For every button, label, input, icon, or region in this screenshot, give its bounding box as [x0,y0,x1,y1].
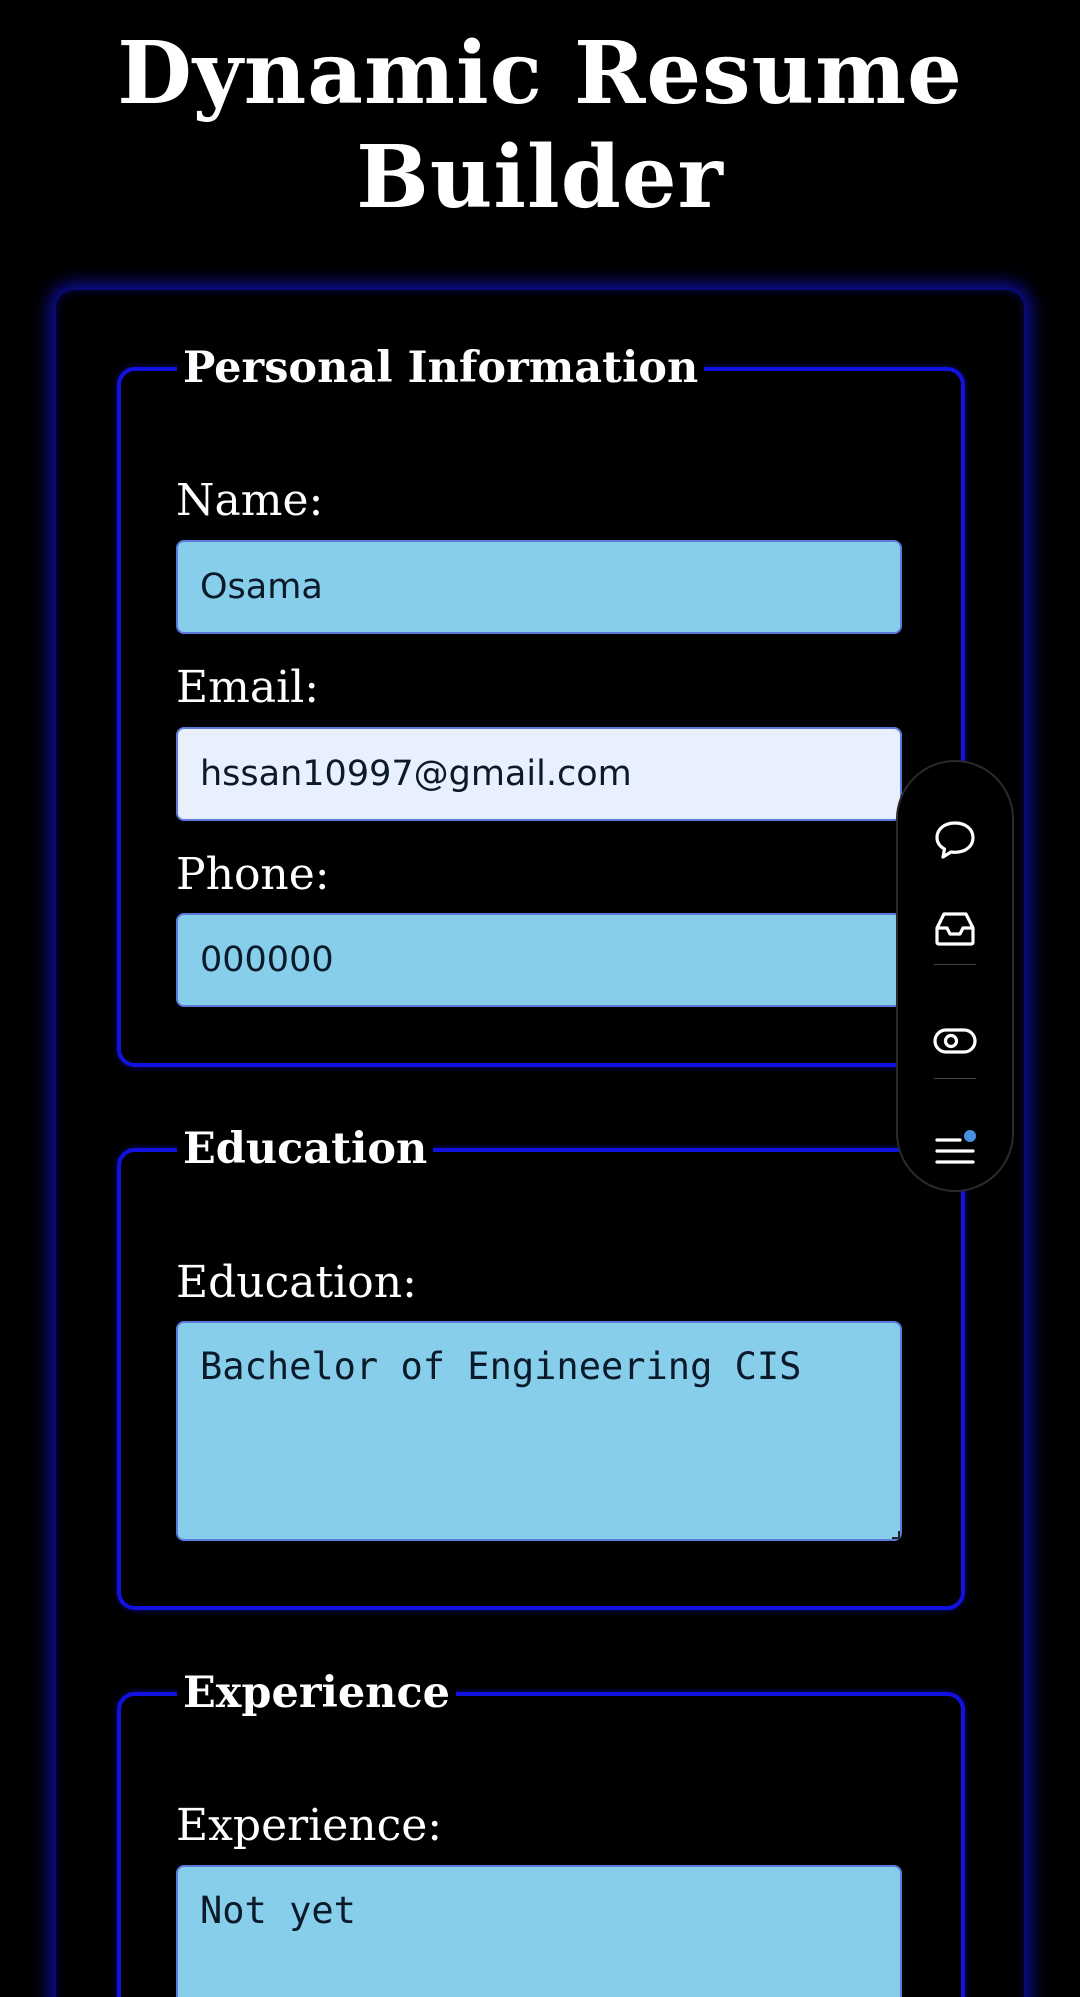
page-title-line-2: Builder [356,127,724,228]
personal-information-legend: Personal Information [177,341,705,395]
floating-toolbar [896,760,1014,1192]
toolbar-divider [934,1078,976,1079]
education-textarea[interactable]: Bachelor of Engineering CIS [176,1321,902,1541]
toolbar-divider [934,964,976,965]
page-title: Dynamic Resume Builder [0,22,1080,230]
name-input[interactable] [176,540,902,634]
email-label: Email: [176,662,320,713]
education-label: Education: [176,1257,417,1308]
chat-button[interactable] [898,797,1012,883]
experience-legend: Experience [177,1666,456,1720]
toggle-button[interactable] [898,998,1012,1084]
notification-dot [964,1130,976,1142]
experience-textarea[interactable]: Not yet [176,1865,902,1997]
inbox-button[interactable] [898,886,1012,972]
name-label: Name: [176,475,324,526]
menu-notification-icon [935,1130,976,1164]
email-input[interactable] [176,727,902,821]
inbox-tray-icon [935,912,975,946]
phone-input[interactable] [176,913,902,1007]
page-title-line-1: Dynamic Resume [117,23,963,124]
menu-button[interactable] [898,1108,1012,1194]
education-resize-handle[interactable] [892,1531,900,1539]
phone-label: Phone: [176,849,330,900]
toggle-eye-icon [933,1028,977,1054]
experience-label: Experience: [176,1800,443,1851]
education-legend: Education [177,1122,434,1176]
chat-bubble-icon [935,821,975,859]
